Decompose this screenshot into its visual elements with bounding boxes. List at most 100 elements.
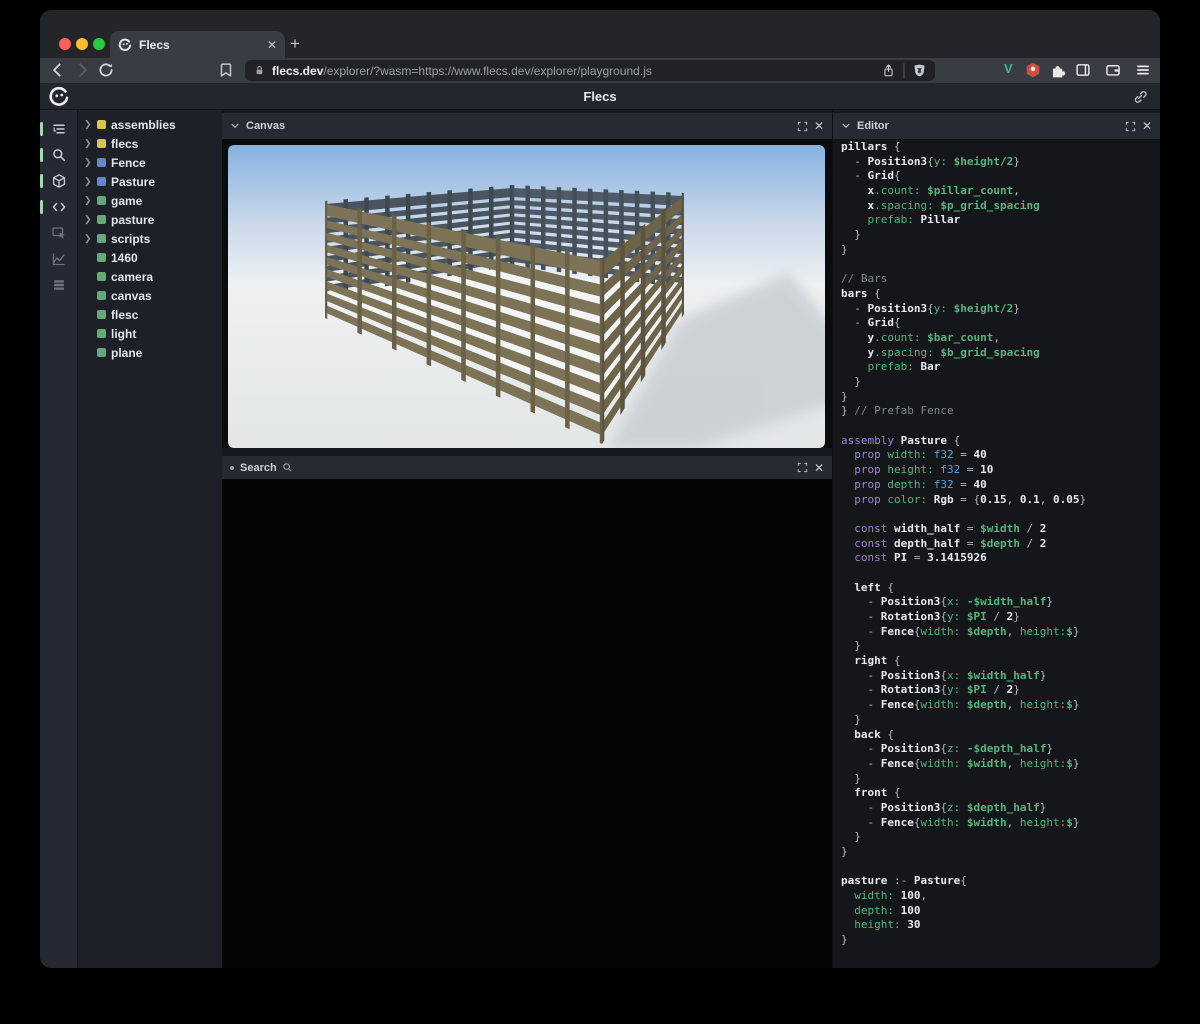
collapsed-indicator-icon[interactable]	[230, 466, 234, 470]
tree-item-flecs[interactable]: ❯ flecs	[78, 134, 222, 153]
brave-shield-icon[interactable]	[912, 63, 927, 78]
code-line: height: 30	[841, 918, 1160, 933]
code-line: left {	[841, 581, 1160, 596]
rail-canvas-select-button[interactable]	[40, 220, 78, 246]
forward-icon[interactable]	[73, 61, 91, 79]
tree-item-light[interactable]: light	[78, 324, 222, 343]
entity-kind-swatch	[97, 272, 106, 281]
code-line: bars {	[841, 287, 1160, 302]
code-line: }	[841, 228, 1160, 243]
panel-gap	[222, 448, 832, 456]
code-line: }	[841, 375, 1160, 390]
code-line: prop height: f32 = 10	[841, 463, 1160, 478]
render-shape	[565, 250, 570, 429]
tree-outline-icon	[51, 121, 67, 137]
app-header: Flecs	[40, 83, 1160, 110]
close-icon[interactable]: ✕	[814, 120, 824, 132]
entity-tree-panel: ❯assemblies❯flecs❯Fence❯Pasture❯game❯pas…	[78, 110, 222, 968]
code-line: depth: 100	[841, 904, 1160, 919]
editor-panel-title: Editor	[857, 120, 1119, 132]
search-glass-icon	[282, 462, 293, 473]
code-line: - Rotation3{y: $PI / 2}	[841, 683, 1160, 698]
code-line: prop width: f32 = 40	[841, 448, 1160, 463]
code-line: }	[841, 933, 1160, 948]
lock-icon	[253, 64, 266, 77]
back-icon[interactable]	[49, 61, 67, 79]
inspect-cursor-icon	[51, 225, 67, 241]
tree-item-Pasture[interactable]: ❯ Pasture	[78, 172, 222, 191]
sidebar-toggle-icon[interactable]	[1074, 61, 1092, 79]
bookmark-icon[interactable]	[217, 61, 235, 79]
tree-item-plane[interactable]: plane	[78, 343, 222, 362]
expand-chevron-icon[interactable]: ❯	[84, 139, 92, 148]
rail-script-editor-button[interactable]	[40, 194, 78, 220]
share-link-icon[interactable]	[1132, 89, 1148, 105]
tree-item-pasture[interactable]: ❯pasture	[78, 210, 222, 229]
tree-item-label: Pasture	[111, 175, 155, 189]
rail-entities-button[interactable]	[40, 168, 78, 194]
extensions-puzzle-icon[interactable]	[1049, 61, 1067, 79]
tab-title: Flecs	[139, 38, 260, 52]
fullscreen-icon[interactable]	[797, 462, 808, 473]
rail-entity-tree-button[interactable]	[40, 116, 78, 142]
tree-item-label: flecs	[111, 137, 138, 151]
desktop: Flecs ✕ +	[0, 0, 1200, 1024]
fullscreen-icon[interactable]	[797, 121, 808, 132]
divider: |	[902, 62, 906, 80]
menu-hamburger-icon[interactable]	[1134, 61, 1152, 79]
browser-toolbar: flecs.dev/explorer/?wasm=https://www.fle…	[40, 58, 1160, 83]
tab-close-icon[interactable]: ✕	[267, 38, 277, 52]
vue-devtools-icon[interactable]: V	[1004, 61, 1013, 76]
render-shape	[461, 229, 466, 382]
tab-strip: Flecs ✕ +	[40, 10, 1160, 58]
expand-chevron-icon[interactable]: ❯	[84, 158, 92, 167]
chevron-down-icon[interactable]	[230, 121, 240, 131]
code-line: - Fence{width: $depth, height:$}	[841, 625, 1160, 640]
tree-item-Fence[interactable]: ❯Fence	[78, 153, 222, 172]
wallet-icon[interactable]	[1104, 61, 1122, 79]
expand-chevron-icon[interactable]: ❯	[84, 234, 92, 243]
tree-item-game[interactable]: ❯game	[78, 191, 222, 210]
rail-tables-button[interactable]	[40, 272, 78, 298]
code-line: y.spacing: $b_grid_spacing	[841, 346, 1160, 361]
minimize-window-button[interactable]	[76, 38, 88, 50]
code-line: - Position3{y: $height/2}	[841, 155, 1160, 170]
tree-item-canvas[interactable]: canvas	[78, 286, 222, 305]
fullscreen-icon[interactable]	[1125, 121, 1136, 132]
tree-item-1460[interactable]: 1460	[78, 248, 222, 267]
render-shape	[489, 187, 494, 270]
rail-stats-button[interactable]	[40, 246, 78, 272]
chevron-down-icon[interactable]	[841, 121, 851, 131]
tree-item-scripts[interactable]: ❯scripts	[78, 229, 222, 248]
expand-chevron-icon[interactable]: ❯	[84, 120, 92, 129]
tree-item-flesc[interactable]: flesc	[78, 305, 222, 324]
url-bar[interactable]: flecs.dev/explorer/?wasm=https://www.fle…	[245, 60, 935, 81]
canvas-3d-viewport[interactable]	[222, 139, 832, 448]
close-window-button[interactable]	[59, 38, 71, 50]
close-icon[interactable]: ✕	[814, 462, 824, 474]
code-line: front {	[841, 786, 1160, 801]
url-host: flecs.dev	[272, 64, 323, 78]
expand-chevron-icon[interactable]: ❯	[84, 215, 92, 224]
reload-icon[interactable]	[97, 61, 115, 79]
entity-kind-swatch	[97, 329, 106, 338]
expand-chevron-icon[interactable]: ❯	[84, 196, 92, 205]
rail-query-search-button[interactable]	[40, 142, 78, 168]
tree-item-label: plane	[111, 346, 142, 360]
code-line: width: 100,	[841, 889, 1160, 904]
extension-badge-icon[interactable]	[1024, 61, 1042, 79]
tree-item-camera[interactable]: camera	[78, 267, 222, 286]
code-line: - Grid{	[841, 316, 1160, 331]
browser-tab[interactable]: Flecs ✕	[110, 31, 285, 58]
code-line: const width_half = $width / 2	[841, 522, 1160, 537]
zoom-window-button[interactable]	[93, 38, 105, 50]
close-icon[interactable]: ✕	[1142, 120, 1152, 132]
expand-chevron-icon[interactable]: ❯	[84, 177, 92, 186]
share-icon[interactable]	[881, 63, 896, 78]
line-chart-icon	[51, 251, 67, 267]
code-icon	[51, 199, 67, 215]
tree-item-assemblies[interactable]: ❯assemblies	[78, 115, 222, 134]
code-editor[interactable]: pillars { - Position3{y: $height/2} - Gr…	[833, 139, 1160, 968]
search-panel-body[interactable]	[222, 479, 832, 968]
new-tab-button[interactable]: +	[290, 34, 300, 54]
